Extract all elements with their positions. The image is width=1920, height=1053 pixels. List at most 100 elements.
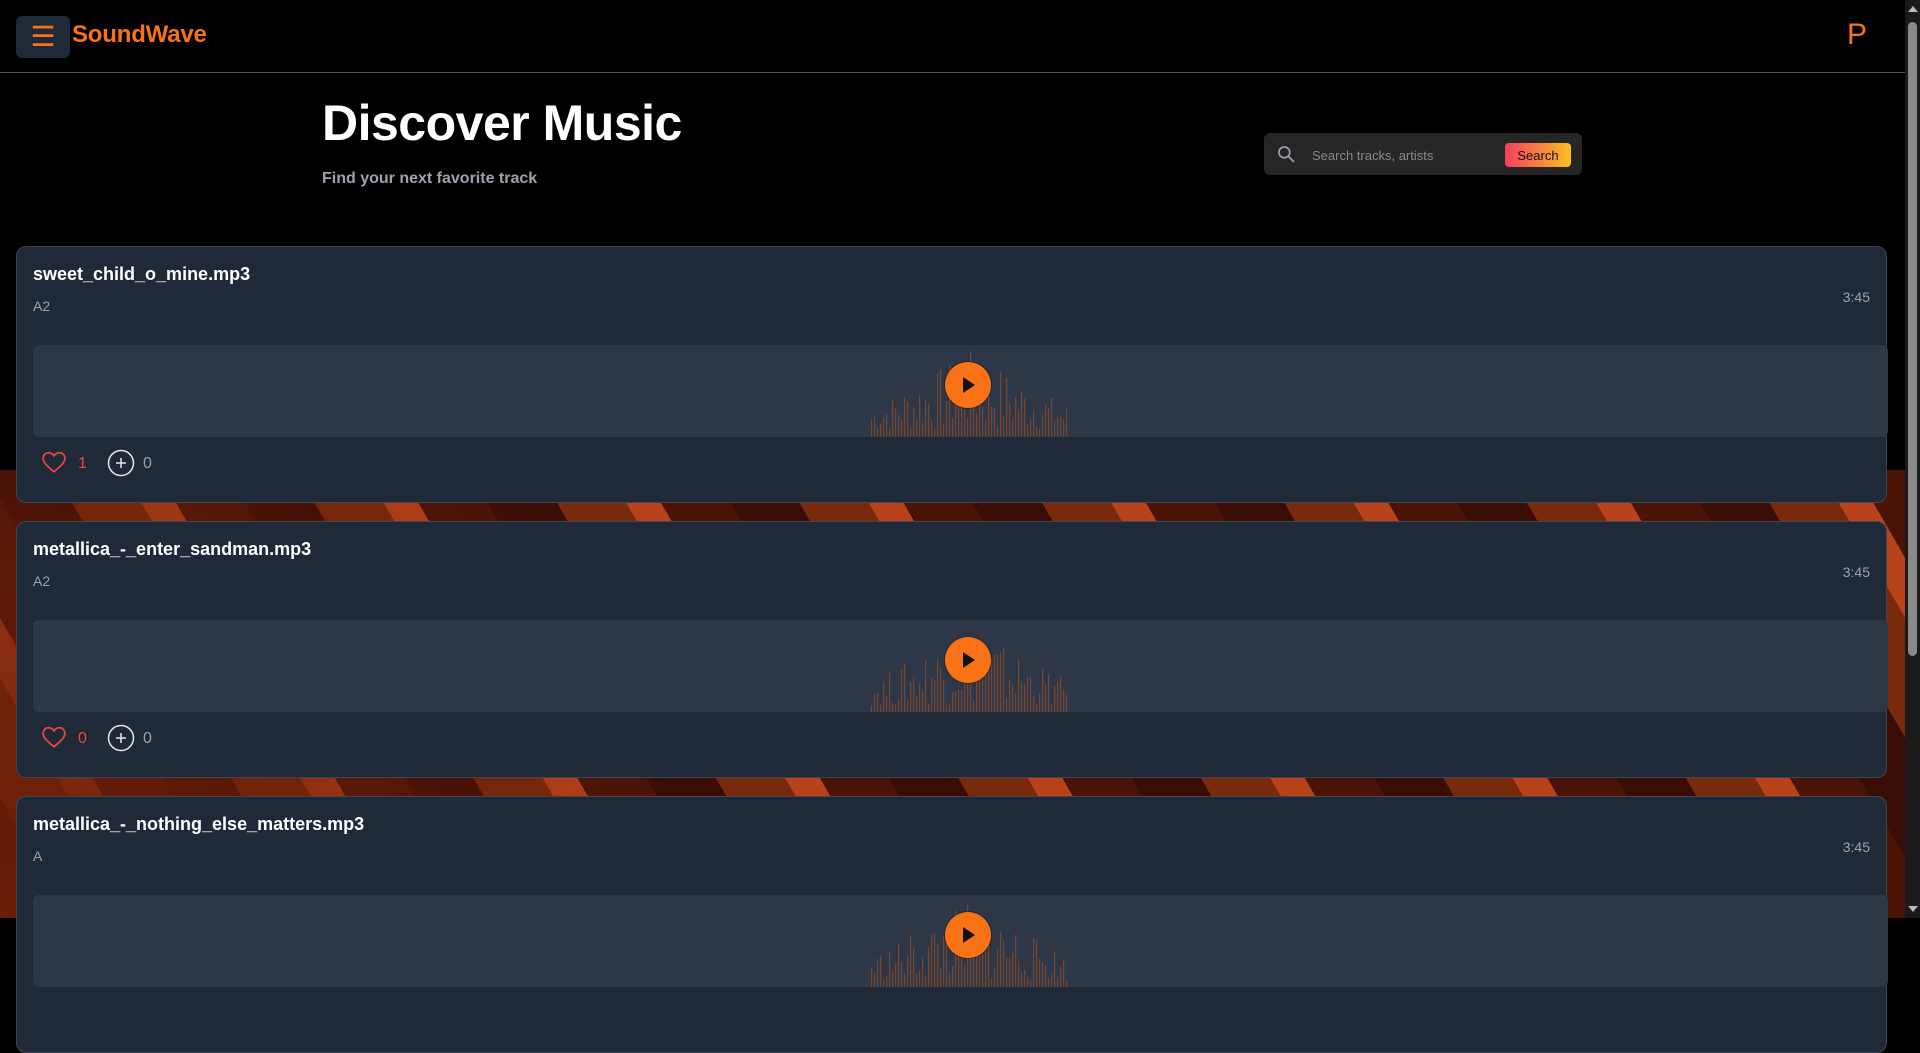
waveform-bar [883, 682, 885, 712]
track-duration: 3:45 [1842, 564, 1870, 580]
waveform-bar [1054, 420, 1056, 437]
track-title[interactable]: sweet_child_o_mine.mp3 [33, 264, 250, 285]
waveform-bar [880, 956, 882, 987]
track-title[interactable]: metallica_-_enter_sandman.mp3 [33, 539, 311, 560]
search-button[interactable]: Search [1505, 143, 1571, 167]
track-duration: 3:45 [1842, 289, 1870, 305]
heart-icon[interactable] [41, 449, 67, 475]
waveform-bar [904, 973, 906, 987]
waveform-bar [925, 660, 927, 712]
waveform-bar [874, 416, 876, 437]
waveform-bar [877, 427, 879, 437]
waveform-bar [1027, 976, 1029, 987]
waveform-player[interactable] [33, 345, 1888, 437]
waveform-bar [1039, 693, 1041, 712]
waveform-bar [886, 414, 888, 437]
waveform-bar [1015, 693, 1017, 712]
waveform-bar [1066, 979, 1068, 987]
waveform-bar [952, 966, 954, 987]
waveform-bar [922, 422, 924, 437]
waveform-bar [1012, 417, 1014, 437]
waveform-bar [1054, 686, 1056, 712]
waveform-bar [907, 700, 909, 712]
waveform-bar [955, 691, 957, 712]
waveform-bar [931, 420, 933, 437]
like-count: 0 [78, 730, 87, 747]
waveform-bar [1048, 674, 1050, 712]
scroll-down-arrow[interactable] [1908, 906, 1918, 912]
track-artist[interactable]: A2 [33, 573, 50, 589]
add-to-playlist-icon[interactable] [107, 724, 135, 752]
waveform-bar [952, 691, 954, 712]
waveform-bar [934, 427, 936, 437]
waveform-bar [940, 967, 942, 987]
waveform-bar [910, 682, 912, 712]
waveform-bar [1000, 652, 1002, 712]
profile-avatar[interactable]: P [1847, 18, 1867, 52]
waveform-bar [919, 683, 921, 712]
search-input[interactable] [1310, 142, 1504, 168]
waveform-bar [943, 423, 945, 437]
waveform-bar [871, 968, 873, 987]
waveform-bar [940, 369, 942, 437]
scroll-up-arrow[interactable] [1908, 6, 1918, 12]
waveform-bar [937, 944, 939, 987]
waveform-bar [922, 958, 924, 987]
waveform-bar [1057, 681, 1059, 712]
waveform-bar [1018, 961, 1020, 987]
play-button[interactable] [945, 362, 991, 408]
waveform-bar [985, 419, 987, 437]
waveform-bar [1060, 676, 1062, 712]
waveform-bar [931, 677, 933, 712]
waveform-bar [1015, 397, 1017, 437]
waveform-bar [946, 942, 948, 987]
waveform-bar [940, 668, 942, 712]
page-scrollbar[interactable] [1905, 0, 1920, 918]
waveform-bar [973, 701, 975, 712]
waveform-bar [1048, 977, 1050, 987]
waveform-bar [892, 970, 894, 987]
waveform-bar [1030, 676, 1032, 712]
waveform-bar [1036, 939, 1038, 987]
waveform-bar [898, 698, 900, 712]
waveform-player[interactable] [33, 620, 1888, 712]
waveform-bar [991, 977, 993, 987]
play-button[interactable] [945, 637, 991, 683]
waveform-bar [1030, 420, 1032, 437]
waveform-bar [946, 705, 948, 712]
track-artist[interactable]: A [33, 848, 42, 864]
heart-icon[interactable] [41, 724, 67, 750]
brand-logo[interactable]: SoundWave [72, 21, 207, 49]
waveform-bar [901, 962, 903, 987]
waveform-bar [895, 408, 897, 437]
waveform-bar [907, 955, 909, 987]
waveform-bar [1057, 976, 1059, 987]
play-button[interactable] [945, 912, 991, 958]
waveform-bar [1051, 397, 1053, 437]
waveform-bar [883, 979, 885, 987]
waveform-bar [1063, 960, 1065, 987]
waveform-bar [952, 417, 954, 437]
waveform-bar [1063, 689, 1065, 712]
track-title[interactable]: metallica_-_nothing_else_matters.mp3 [33, 814, 364, 835]
waveform-bar [997, 949, 999, 987]
waveform-bar [1033, 410, 1035, 437]
track-card: metallica_-_enter_sandman.mp3 A2 3:45 0 … [16, 521, 1888, 778]
waveform-bar [961, 690, 963, 712]
waveform-bar [1057, 417, 1059, 437]
waveform-bar [1024, 684, 1026, 712]
add-to-playlist-icon[interactable] [107, 449, 135, 477]
waveform-bar [964, 409, 966, 437]
scroll-thumb[interactable] [1908, 22, 1917, 656]
waveform-bar [1030, 979, 1032, 987]
waveform-bar [1042, 414, 1044, 437]
waveform-bar [1000, 932, 1002, 987]
waveform-player[interactable] [33, 895, 1888, 987]
track-artist[interactable]: A2 [33, 298, 50, 314]
hamburger-menu-button[interactable]: ☰ [16, 16, 70, 58]
waveform-bar [889, 428, 891, 437]
waveform-bar [1054, 951, 1056, 987]
waveform-bar [901, 419, 903, 437]
waveform-bar [1021, 391, 1023, 437]
waveform-bar [1000, 372, 1002, 437]
